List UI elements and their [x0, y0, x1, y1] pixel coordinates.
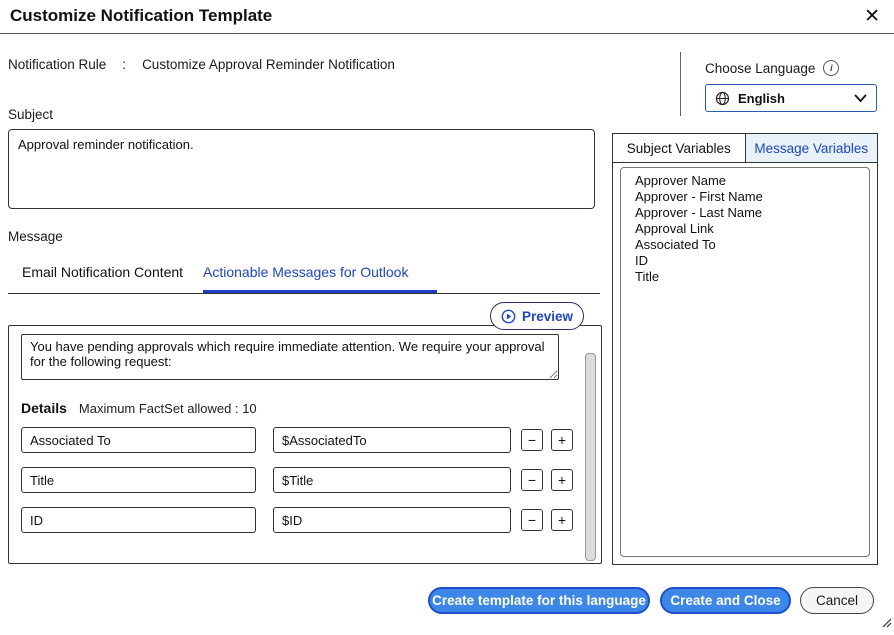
header-vertical-divider	[680, 52, 681, 116]
create-and-close-button[interactable]: Create and Close	[660, 587, 791, 614]
add-row-button[interactable]: +	[551, 429, 573, 451]
notification-rule-row: Notification Rule : Customize Approval R…	[8, 57, 395, 72]
factset-variable-input[interactable]	[273, 467, 511, 493]
add-row-button[interactable]: +	[551, 509, 573, 531]
factset-name-input[interactable]	[21, 427, 256, 453]
tab-subject-variables[interactable]: Subject Variables	[613, 134, 746, 162]
choose-language-label: Choose Language	[705, 60, 816, 76]
list-item[interactable]: Title	[635, 269, 869, 285]
dialog-title: Customize Notification Template	[10, 6, 273, 25]
close-icon[interactable]: ✕	[864, 6, 880, 28]
language-dropdown[interactable]: English	[705, 84, 877, 112]
content-scrollbar[interactable]	[585, 353, 596, 561]
list-item[interactable]: Approver - Last Name	[635, 205, 869, 221]
globe-icon	[715, 91, 730, 106]
factset-row: − +	[21, 507, 573, 533]
notification-rule-value: Customize Approval Reminder Notification	[142, 57, 395, 72]
factset-variable-input[interactable]	[273, 427, 511, 453]
factset-variable-input[interactable]	[273, 507, 511, 533]
factset-name-input[interactable]	[21, 507, 256, 533]
list-item[interactable]: Approver Name	[635, 173, 869, 189]
window-resize-handle-icon[interactable]	[879, 615, 892, 633]
variables-panel: Subject Variables Message Variables Appr…	[612, 133, 878, 565]
preview-button[interactable]: Preview	[490, 302, 584, 330]
tab-email-notification-content[interactable]: Email Notification Content	[22, 264, 183, 280]
title-divider	[0, 33, 894, 34]
add-row-button[interactable]: +	[551, 469, 573, 491]
details-max-factset-hint: Maximum FactSet allowed : 10	[78, 401, 257, 416]
subject-input[interactable]: Approval reminder notification.	[8, 129, 595, 209]
cancel-button[interactable]: Cancel	[800, 587, 874, 614]
remove-row-button[interactable]: −	[521, 469, 543, 491]
active-tab-underline	[203, 290, 437, 293]
variables-list: Approver Name Approver - First Name Appr…	[620, 167, 870, 557]
remove-row-button[interactable]: −	[521, 509, 543, 531]
customize-notification-template-dialog: Customize Notification Template ✕ Notifi…	[0, 0, 894, 635]
subject-label: Subject	[8, 107, 54, 122]
list-item[interactable]: Approval Link	[635, 221, 869, 237]
create-template-for-language-button[interactable]: Create template for this language	[428, 587, 650, 614]
info-icon[interactable]: i	[823, 60, 840, 76]
remove-row-button[interactable]: −	[521, 429, 543, 451]
notification-rule-colon: :	[122, 57, 127, 72]
language-selected-value: English	[738, 90, 785, 106]
chevron-down-icon	[854, 94, 867, 103]
tab-message-variables[interactable]: Message Variables	[745, 134, 877, 162]
notification-rule-label: Notification Rule	[8, 57, 107, 72]
tab-actionable-messages-outlook[interactable]: Actionable Messages for Outlook	[203, 264, 408, 280]
play-icon	[501, 309, 516, 324]
tabs-divider	[8, 293, 600, 294]
message-content-box: You have pending approvals which require…	[8, 325, 602, 564]
factset-row: − +	[21, 427, 573, 453]
list-item[interactable]: Associated To	[635, 237, 869, 253]
list-item[interactable]: ID	[635, 253, 869, 269]
variables-tabs: Subject Variables Message Variables	[613, 134, 877, 163]
factset-name-input[interactable]	[21, 467, 256, 493]
list-item[interactable]: Approver - First Name	[635, 189, 869, 205]
details-label: Details	[21, 400, 67, 416]
message-label: Message	[8, 229, 63, 244]
preview-button-label: Preview	[521, 308, 574, 324]
factset-row: − +	[21, 467, 573, 493]
message-body-input[interactable]: You have pending approvals which require…	[21, 334, 559, 380]
choose-language-row: Choose Language i	[705, 60, 840, 76]
details-header: Details Maximum FactSet allowed : 10	[21, 400, 257, 416]
